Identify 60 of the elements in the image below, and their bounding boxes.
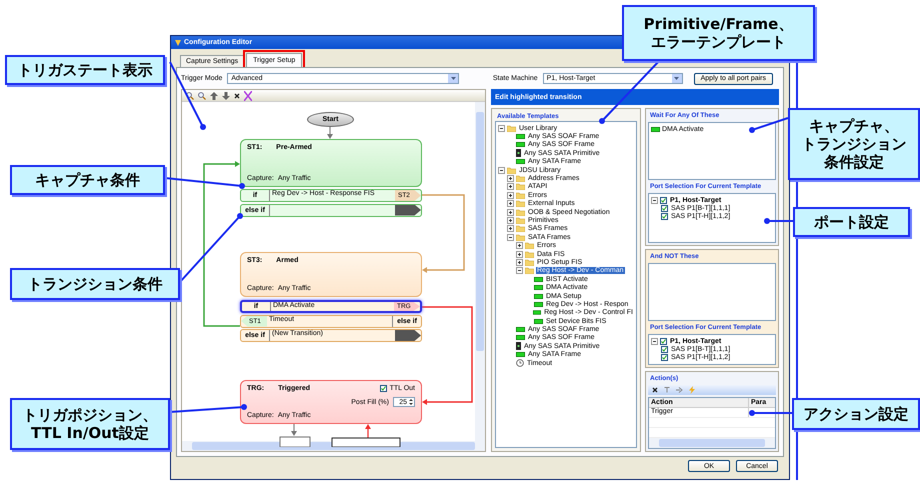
- folder-icon: [507, 124, 516, 132]
- horizontal-scrollbar[interactable]: [649, 438, 775, 448]
- text-icon[interactable]: [664, 387, 670, 393]
- app-icon: [175, 40, 181, 46]
- leader-line: [749, 410, 792, 416]
- callout-label: トランジション条件: [10, 268, 180, 300]
- vertical-scrollbar[interactable]: [475, 102, 485, 441]
- checkbox[interactable]: [660, 338, 667, 345]
- callout-label: アクション設定: [792, 398, 920, 430]
- collapse-icon[interactable]: [498, 124, 505, 132]
- collapse-icon[interactable]: [507, 234, 514, 241]
- frame-icon: [516, 352, 525, 358]
- collapse-icon[interactable]: [516, 267, 523, 274]
- expand-icon[interactable]: [507, 216, 514, 224]
- callout-label: ポート設定: [793, 207, 910, 237]
- collapse-icon[interactable]: [498, 166, 505, 174]
- delete-icon[interactable]: [652, 387, 658, 393]
- frame-icon: [516, 159, 525, 164]
- move-down-icon[interactable]: [222, 92, 230, 100]
- callout-label: キャプチャ、 トランジション 条件設定: [788, 108, 920, 180]
- callout-label: トリガポジション、 TTL In/Out設定: [10, 398, 170, 450]
- checkbox[interactable]: [661, 346, 668, 353]
- checkbox[interactable]: [380, 385, 387, 392]
- zoom-in-icon[interactable]: [186, 92, 194, 100]
- callout-label: Primitive/Frame、 エラーテンプレート: [622, 5, 815, 61]
- primitive-icon: [516, 342, 521, 350]
- leader-line: [749, 117, 788, 133]
- leader-line: [764, 218, 793, 224]
- expand-icon[interactable]: [516, 242, 523, 250]
- checkbox[interactable]: [660, 196, 667, 204]
- zoom-out-icon[interactable]: [198, 92, 206, 100]
- callout-label: トリガステート表示: [5, 55, 165, 85]
- expand-icon[interactable]: [507, 183, 514, 190]
- checkbox[interactable]: [661, 213, 668, 220]
- expand-icon[interactable]: [507, 175, 514, 182]
- collapse-icon[interactable]: [651, 196, 658, 204]
- leader-line: [179, 213, 243, 283]
- checkbox[interactable]: [661, 354, 668, 362]
- dropdown-arrow-icon[interactable]: [674, 77, 680, 80]
- delete-icon[interactable]: [234, 92, 240, 98]
- move-up-icon[interactable]: [210, 92, 218, 100]
- callout-label: キャプチャ条件: [10, 165, 165, 195]
- collapse-icon[interactable]: [651, 338, 658, 345]
- expand-icon[interactable]: [507, 192, 514, 199]
- frame-icon: [651, 126, 660, 132]
- checkbox[interactable]: [661, 205, 668, 212]
- dropdown-arrow-icon[interactable]: [450, 77, 456, 80]
- expand-icon[interactable]: [507, 208, 514, 216]
- expand-icon[interactable]: [516, 258, 523, 266]
- clock-icon: [516, 359, 524, 368]
- node-stub: [280, 436, 310, 447]
- connector-arrow: [365, 424, 371, 438]
- expand-icon[interactable]: [507, 225, 514, 232]
- expand-icon[interactable]: [507, 200, 514, 208]
- node-stub: [332, 438, 400, 447]
- arrow-icon[interactable]: [676, 387, 683, 393]
- expand-icon[interactable]: [516, 250, 523, 258]
- connector-arrow: [327, 126, 333, 139]
- primitive-icon: [516, 149, 521, 158]
- connector-arrow: [291, 424, 297, 436]
